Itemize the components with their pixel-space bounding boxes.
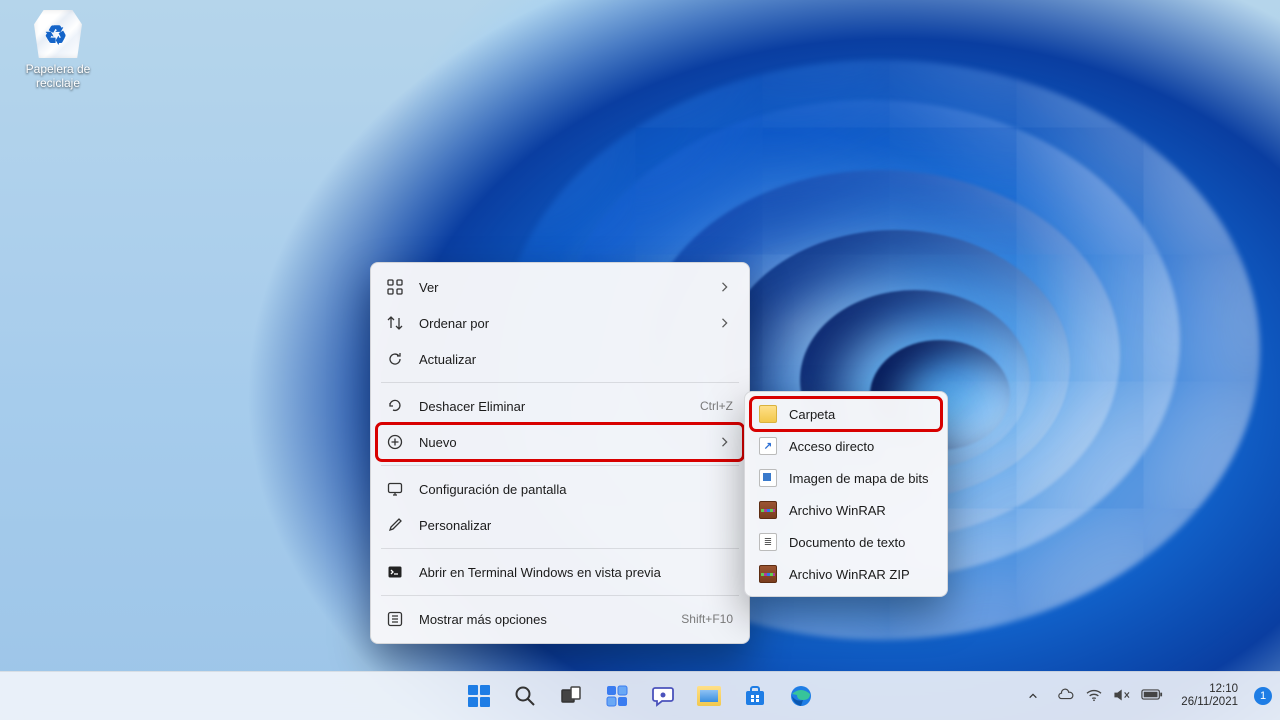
undo-icon	[385, 396, 405, 416]
chevron-right-icon	[721, 282, 733, 292]
submenu-label: Archivo WinRAR ZIP	[789, 567, 931, 582]
more-options-icon	[385, 609, 405, 629]
menu-shortcut: Ctrl+Z	[700, 399, 733, 413]
chat-icon	[651, 684, 675, 708]
refresh-icon	[385, 349, 405, 369]
menu-item-new[interactable]: Nuevo	[377, 424, 743, 460]
submenu-item-text[interactable]: Documento de texto	[751, 526, 941, 558]
menu-separator	[381, 595, 739, 596]
personalize-icon	[385, 515, 405, 535]
submenu-item-winrar[interactable]: Archivo WinRAR	[751, 494, 941, 526]
search-button[interactable]	[505, 676, 545, 716]
menu-label: Personalizar	[419, 518, 733, 533]
clock-time: 12:10	[1181, 683, 1238, 696]
menu-item-sort[interactable]: Ordenar por	[377, 305, 743, 341]
menu-label: Mostrar más opciones	[419, 612, 671, 627]
menu-label: Deshacer Eliminar	[419, 399, 690, 414]
volume-mute-icon	[1113, 688, 1131, 705]
task-view-icon	[559, 684, 583, 708]
winrar-zip-icon	[759, 565, 777, 583]
search-icon	[513, 684, 537, 708]
menu-label: Nuevo	[419, 435, 711, 450]
menu-item-refresh[interactable]: Actualizar	[377, 341, 743, 377]
menu-item-personalize[interactable]: Personalizar	[377, 507, 743, 543]
submenu-label: Acceso directo	[789, 439, 931, 454]
recycle-bin-label: Papelera de reciclaje	[18, 62, 98, 91]
recycle-bin-image: ♻	[34, 10, 82, 58]
submenu-label: Carpeta	[789, 407, 931, 422]
start-button[interactable]	[459, 676, 499, 716]
sort-icon	[385, 313, 405, 333]
winrar-icon	[759, 501, 777, 519]
onedrive-icon	[1057, 688, 1075, 705]
menu-label: Actualizar	[419, 352, 733, 367]
menu-shortcut: Shift+F10	[681, 612, 733, 626]
menu-item-display-settings[interactable]: Configuración de pantalla	[377, 471, 743, 507]
store-button[interactable]	[735, 676, 775, 716]
submenu-item-folder[interactable]: Carpeta	[751, 398, 941, 430]
chevron-right-icon	[721, 318, 733, 328]
menu-label: Ordenar por	[419, 316, 711, 331]
plus-circle-icon	[385, 432, 405, 452]
tray-overflow-button[interactable]	[1019, 676, 1047, 716]
terminal-icon	[385, 562, 405, 582]
new-submenu: Carpeta Acceso directo Imagen de mapa de…	[744, 391, 948, 597]
menu-separator	[381, 382, 739, 383]
taskbar-clock[interactable]: 12:10 26/11/2021	[1173, 683, 1246, 709]
chevron-up-icon	[1028, 691, 1038, 701]
display-settings-icon	[385, 479, 405, 499]
bitmap-icon	[759, 469, 777, 487]
file-explorer-button[interactable]	[689, 676, 729, 716]
wifi-icon	[1085, 688, 1103, 705]
menu-separator	[381, 548, 739, 549]
notification-badge[interactable]: 1	[1254, 687, 1272, 705]
battery-icon	[1141, 688, 1163, 704]
submenu-item-bitmap[interactable]: Imagen de mapa de bits	[751, 462, 941, 494]
desktop-context-menu: Ver Ordenar por Actualizar Deshacer Elim…	[370, 262, 750, 644]
chat-button[interactable]	[643, 676, 683, 716]
folder-icon	[759, 405, 777, 423]
notification-count: 1	[1260, 690, 1266, 702]
recycle-bin-icon[interactable]: ♻ Papelera de reciclaje	[18, 10, 98, 91]
task-view-button[interactable]	[551, 676, 591, 716]
menu-item-view[interactable]: Ver	[377, 269, 743, 305]
edge-icon	[789, 684, 813, 708]
shortcut-icon	[759, 437, 777, 455]
file-explorer-icon	[697, 686, 721, 706]
submenu-label: Imagen de mapa de bits	[789, 471, 931, 486]
menu-separator	[381, 465, 739, 466]
text-doc-icon	[759, 533, 777, 551]
system-tray[interactable]	[1049, 688, 1171, 705]
edge-button[interactable]	[781, 676, 821, 716]
taskbar-right: 12:10 26/11/2021 1	[1019, 676, 1272, 716]
submenu-label: Archivo WinRAR	[789, 503, 931, 518]
menu-label: Ver	[419, 280, 711, 295]
windows-logo-icon	[468, 685, 490, 707]
menu-item-undo[interactable]: Deshacer Eliminar Ctrl+Z	[377, 388, 743, 424]
menu-item-more-options[interactable]: Mostrar más opciones Shift+F10	[377, 601, 743, 637]
menu-label: Configuración de pantalla	[419, 482, 733, 497]
submenu-item-shortcut[interactable]: Acceso directo	[751, 430, 941, 462]
chevron-right-icon	[721, 437, 733, 447]
taskbar: 12:10 26/11/2021 1	[0, 671, 1280, 720]
submenu-label: Documento de texto	[789, 535, 931, 550]
menu-label: Abrir en Terminal Windows en vista previ…	[419, 565, 733, 580]
clock-date: 26/11/2021	[1181, 696, 1238, 709]
menu-item-terminal[interactable]: Abrir en Terminal Windows en vista previ…	[377, 554, 743, 590]
taskbar-center	[459, 676, 821, 716]
widgets-button[interactable]	[597, 676, 637, 716]
microsoft-store-icon	[743, 684, 767, 708]
submenu-item-winrar-zip[interactable]: Archivo WinRAR ZIP	[751, 558, 941, 590]
widgets-icon	[605, 684, 629, 708]
view-grid-icon	[385, 277, 405, 297]
